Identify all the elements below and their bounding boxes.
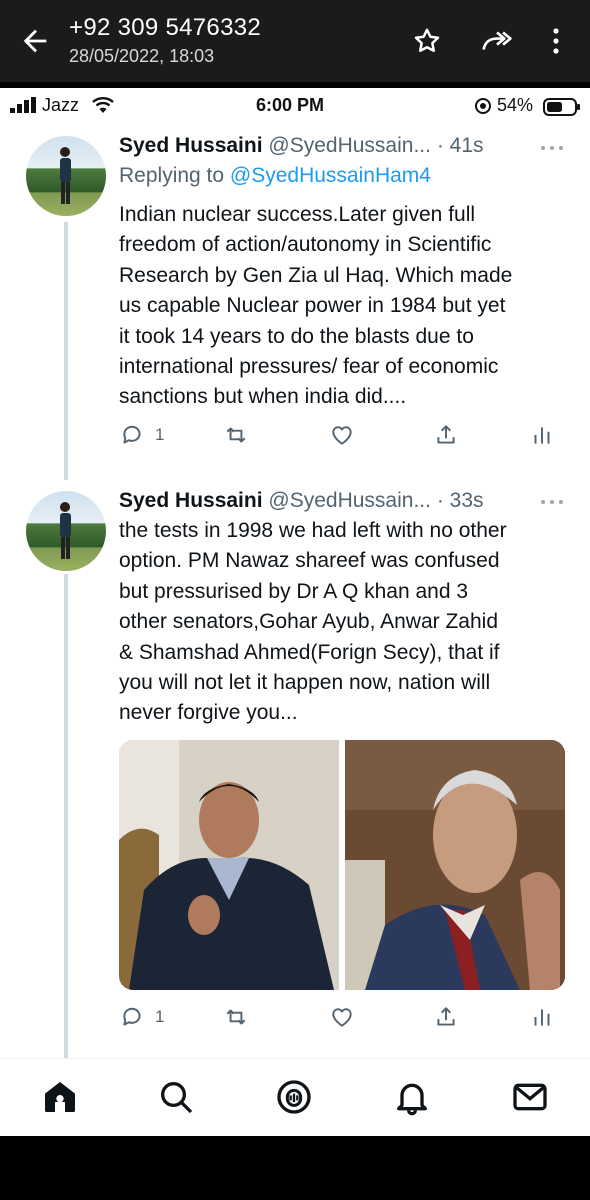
tweet-actions: 1: [119, 1002, 559, 1032]
retweet-button[interactable]: [223, 420, 249, 450]
contact-number: +92 309 5476332: [69, 14, 262, 41]
tweet-line: & Shamshad Ahmed(Forign Secy), that if: [119, 640, 500, 664]
search-icon[interactable]: [156, 1077, 196, 1117]
retweet-icon: [226, 1009, 246, 1025]
spaces-icon[interactable]: [274, 1077, 314, 1117]
tweet-header: Syed Hussaini @SyedHussain... · 41s: [119, 134, 484, 158]
portrait-photo: [345, 740, 565, 990]
status-bar: Jazz 6:00 PM 54%: [0, 88, 590, 122]
signal-icon: [10, 97, 36, 113]
wifi-icon: [92, 97, 114, 113]
reply-icon: [123, 425, 141, 444]
forward-icon[interactable]: [480, 26, 514, 56]
avatar[interactable]: [26, 491, 106, 571]
user-handle[interactable]: @SyedHussain...: [268, 134, 431, 157]
tweet-media[interactable]: [119, 740, 565, 990]
tweet-text: Indian nuclear success.Later given full …: [119, 200, 569, 413]
thread-line: [64, 222, 68, 480]
battery-percent: 54%: [497, 95, 534, 115]
tweet-line: you will not let it happen now, nation w…: [119, 671, 491, 695]
tweet-line: international pressures/ fear of economi…: [119, 355, 499, 379]
notifications-icon[interactable]: [392, 1077, 432, 1117]
tweet-time: · 33s: [436, 489, 484, 512]
share-icon: [437, 425, 455, 444]
tweet-line: Indian nuclear success.Later given full: [119, 203, 476, 226]
share-icon: [437, 1007, 455, 1026]
user-handle[interactable]: @SyedHussain...: [268, 489, 431, 512]
clock: 6:00 PM: [256, 95, 325, 115]
reply-button[interactable]: 1: [119, 1002, 164, 1032]
viewer-header: +92 309 5476332 28/05/2022, 18:03: [0, 0, 590, 82]
like-button[interactable]: [329, 420, 355, 450]
tweet-header: Syed Hussaini @SyedHussain... · 33s: [119, 489, 484, 513]
messages-icon[interactable]: [510, 1077, 550, 1117]
tweet-line: sanctions but when india did....: [119, 385, 407, 409]
share-button[interactable]: [433, 420, 459, 450]
replying-to: Replying to @SyedHussainHam4: [119, 164, 431, 188]
tweet-time: · 41s: [436, 134, 484, 157]
analytics-button[interactable]: [529, 420, 555, 450]
more-horizontal-icon[interactable]: [540, 144, 564, 152]
avatar[interactable]: [26, 136, 106, 216]
share-button[interactable]: [433, 1002, 459, 1032]
portrait-photo: [119, 740, 339, 990]
tweet-line: never forgive you...: [119, 701, 298, 725]
thread-line: [64, 574, 68, 1064]
tweet-line: option. PM Nawaz shareef was confused: [119, 549, 500, 573]
avatar-person-icon: [60, 502, 71, 559]
heart-icon: [332, 1008, 352, 1027]
analytics-icon: [534, 1009, 550, 1026]
tweet-line: other senators,Gohar Ayub, Anwar Zahid: [119, 610, 499, 634]
battery-icon: [543, 98, 580, 116]
retweet-icon: [226, 427, 246, 443]
photo-right[interactable]: [345, 740, 565, 990]
avatar-person-icon: [60, 147, 71, 204]
like-button[interactable]: [329, 1002, 355, 1032]
more-horizontal-icon[interactable]: [540, 498, 564, 506]
bottom-nav: [0, 1058, 590, 1136]
reply-count: 1: [155, 425, 165, 444]
tweet-line: but pressurised by Dr A Q khan and 3: [119, 579, 469, 603]
data-saver-icon: [475, 98, 491, 114]
analytics-button[interactable]: [529, 1002, 555, 1032]
star-icon[interactable]: [412, 26, 442, 56]
reply-count: 1: [155, 1007, 165, 1026]
more-vert-icon[interactable]: [546, 26, 566, 56]
display-name[interactable]: Syed Hussaini: [119, 134, 263, 157]
retweet-button[interactable]: [223, 1002, 249, 1032]
replying-to-label: Replying to: [119, 164, 230, 187]
replying-to-handle[interactable]: @SyedHussainHam4: [230, 164, 431, 187]
reply-button[interactable]: 1: [119, 420, 164, 450]
analytics-icon: [534, 427, 550, 444]
message-timestamp: 28/05/2022, 18:03: [69, 46, 215, 66]
tweet-line: freedom of action/autonomy in Scientific: [119, 233, 492, 257]
tweet-actions: 1: [119, 420, 559, 450]
home-icon[interactable]: [40, 1077, 80, 1117]
display-name[interactable]: Syed Hussaini: [119, 489, 263, 512]
tweet-line: it took 14 years to do the blasts due to: [119, 324, 474, 348]
photo-left[interactable]: [119, 740, 339, 990]
tweet-text: the tests in 1998 we had left with no ot…: [119, 516, 569, 729]
tweet-line: Research by Gen Zia ul Haq. Which made: [119, 263, 513, 287]
reply-icon: [123, 1007, 141, 1026]
carrier-name: Jazz: [42, 95, 80, 115]
screenshot: Jazz 6:00 PM 54% Syed Hussaini @SyedHuss…: [0, 88, 590, 1136]
tweet-line: the tests in 1998 we had left with no ot…: [119, 519, 507, 542]
back-arrow-icon[interactable]: [18, 24, 52, 58]
heart-icon: [332, 426, 352, 445]
tweet-line: us capable Nuclear power in 1984 but yet: [119, 294, 506, 318]
